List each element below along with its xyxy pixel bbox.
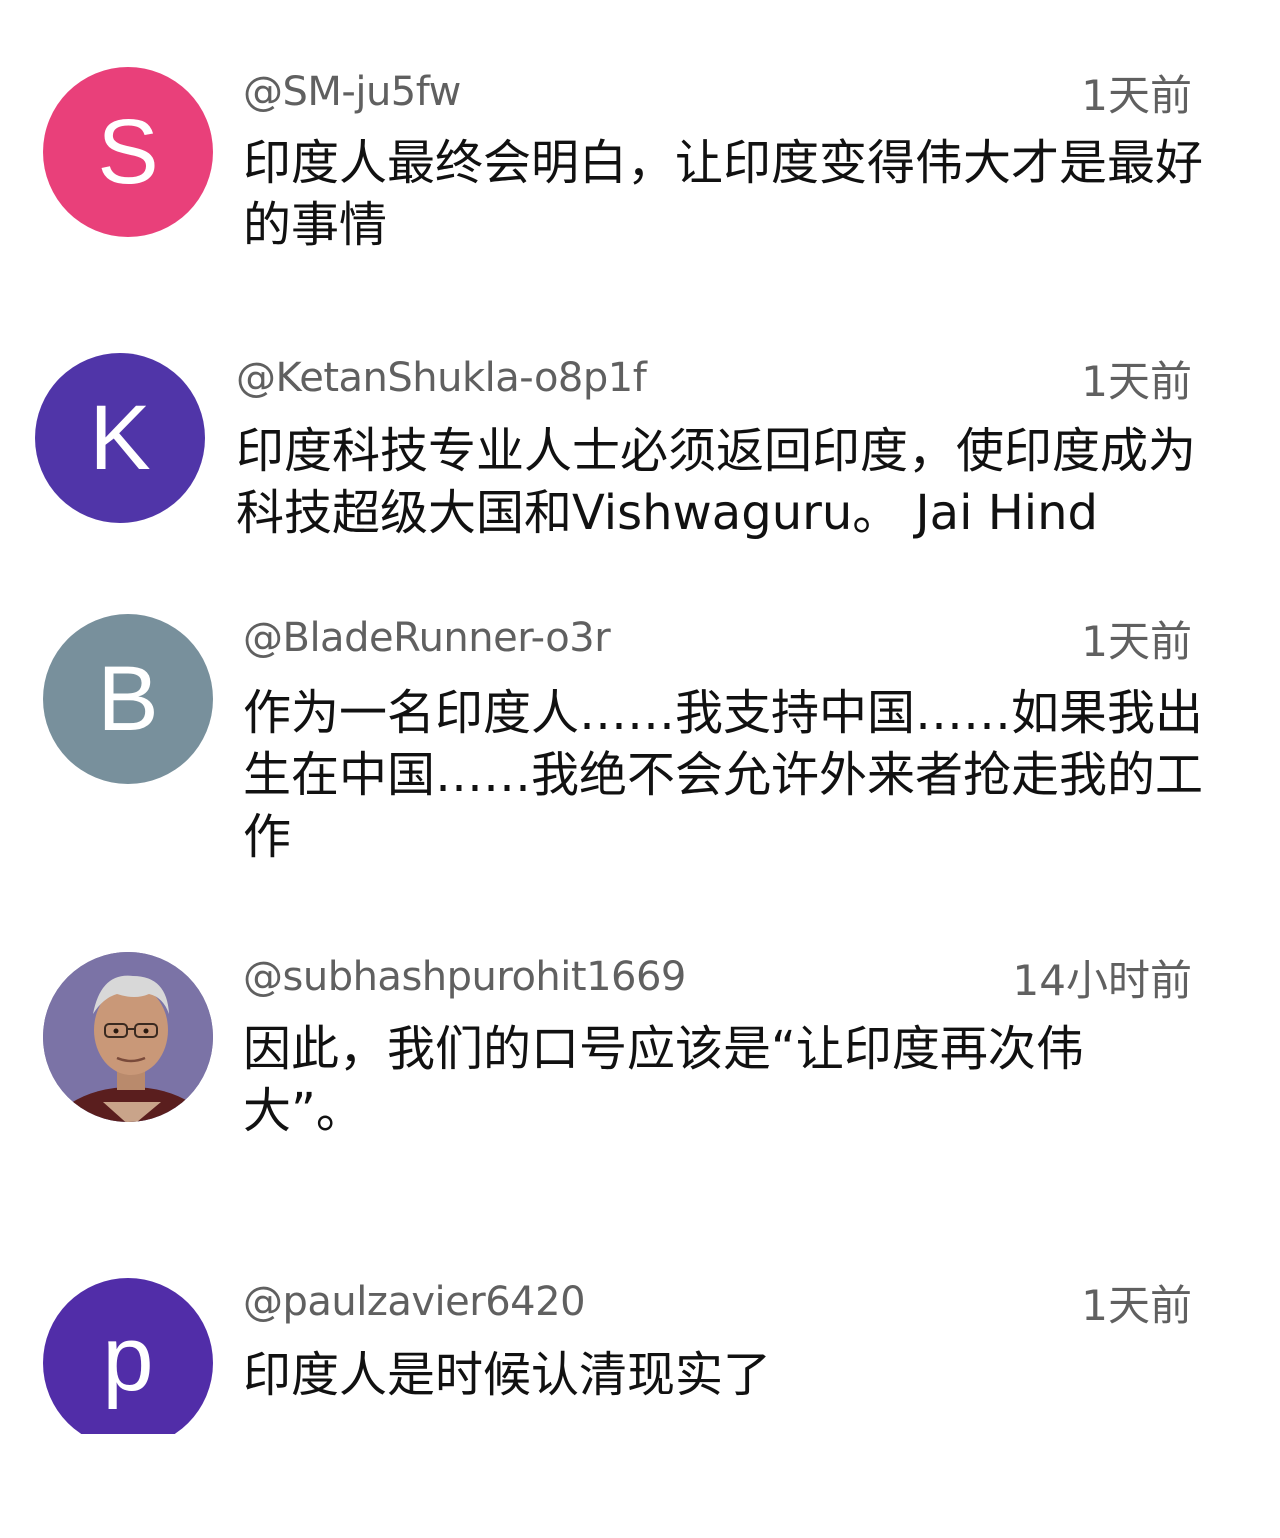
username[interactable]: @subhashpurohit1669 xyxy=(243,953,686,1001)
timestamp: 1天前 xyxy=(1081,71,1192,120)
avatar[interactable]: K xyxy=(35,353,205,523)
timestamp: 1天前 xyxy=(1081,617,1192,666)
comment-text: 印度科技专业人士必须返回印度，使印度成为科技超级大国和Vishwaguru。 J… xyxy=(236,423,1197,541)
user-photo-icon xyxy=(43,952,213,1122)
avatar-letter: K xyxy=(89,387,151,489)
username[interactable]: @BladeRunner-o3r xyxy=(243,614,611,662)
timestamp: 1天前 xyxy=(1081,1281,1192,1330)
avatar[interactable]: S xyxy=(43,67,213,237)
comment-text: 印度人是时候认清现实了 xyxy=(243,1347,772,1403)
avatar[interactable]: p xyxy=(43,1278,213,1448)
avatar[interactable] xyxy=(43,952,213,1122)
username[interactable]: @paulzavier6420 xyxy=(243,1278,586,1326)
avatar-letter: S xyxy=(97,101,159,203)
comment-text: 印度人最终会明白，让印度变得伟大才是最好的事情 xyxy=(243,135,1204,253)
username[interactable]: @SM-ju5fw xyxy=(243,68,461,116)
avatar-letter: B xyxy=(97,648,159,750)
avatar[interactable]: B xyxy=(43,614,213,784)
username[interactable]: @KetanShukla-o8p1f xyxy=(236,354,647,402)
comment-text: 因此，我们的口号应该是“让印度再次伟大”。 xyxy=(243,1021,1084,1139)
avatar-letter: p xyxy=(102,1308,154,1410)
comment-text: 作为一名印度人……我支持中国……如果我出生在中国……我绝不会允许外来者抢走我的工… xyxy=(243,685,1204,865)
timestamp: 14小时前 xyxy=(1012,956,1192,1005)
timestamp: 1天前 xyxy=(1081,357,1192,406)
bottom-cutoff xyxy=(0,1434,1280,1538)
